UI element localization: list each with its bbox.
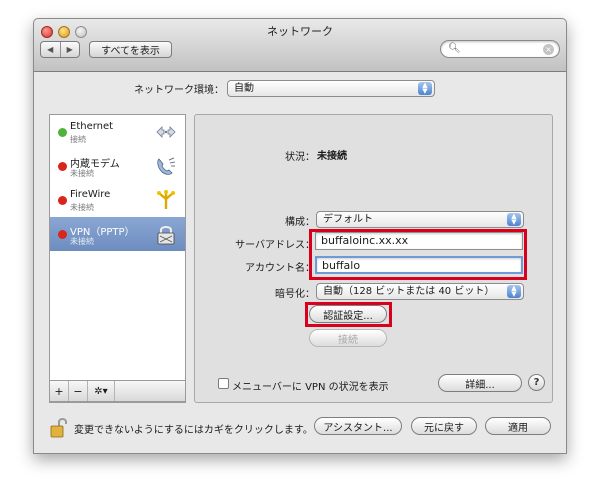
back-icon[interactable]: ◀ bbox=[41, 42, 60, 57]
service-status: 未接続 bbox=[70, 237, 94, 246]
configuration-popup[interactable]: デフォルト ▲ ▼ bbox=[316, 211, 524, 228]
forward-icon[interactable]: ▶ bbox=[59, 42, 80, 57]
service-status: 未接続 bbox=[70, 203, 94, 212]
show-all-button[interactable]: すべてを表示 bbox=[89, 41, 172, 58]
service-item-firewire[interactable]: FireWire 未接続 bbox=[50, 183, 185, 217]
service-item-vpn[interactable]: VPN（PPTP） 未接続 bbox=[50, 217, 185, 251]
popup-arrows-icon: ▲ ▼ bbox=[418, 82, 432, 95]
menu-status-label: メニューバーに VPN の状況を表示 bbox=[232, 382, 389, 393]
lock-vpn-icon bbox=[157, 226, 175, 245]
connect-button[interactable]: 接続 bbox=[309, 329, 387, 347]
popup-arrows-icon: ▲ ▼ bbox=[507, 285, 521, 298]
window-title: ネットワーク bbox=[267, 25, 333, 38]
account-name-label: アカウント名： bbox=[245, 263, 315, 274]
remove-service-button[interactable]: − bbox=[69, 381, 88, 401]
configuration-label: 構成： bbox=[285, 217, 315, 228]
lock-hint-text: 変更できないようにするにはカギをクリックします。 bbox=[74, 425, 313, 436]
status-dot-icon bbox=[58, 196, 67, 205]
encryption-popup[interactable]: 自動（128 ビットまたは 40 ビット） ▲ ▼ bbox=[316, 283, 524, 300]
title-bar[interactable]: ネットワーク ◀ ▶ すべてを表示 🔍︎ × bbox=[34, 19, 566, 72]
search-icon: 🔍︎ bbox=[448, 43, 461, 54]
authentication-settings-button[interactable]: 認証設定... bbox=[309, 305, 387, 323]
advanced-button[interactable]: 詳細... bbox=[438, 374, 522, 392]
location-label: ネットワーク環境： bbox=[134, 85, 224, 96]
service-item-ethernet[interactable]: Ethernet 接続 bbox=[50, 115, 185, 149]
status-dot-icon bbox=[58, 128, 67, 137]
encryption-value: 自動（128 ビットまたは 40 ビット） bbox=[323, 286, 495, 297]
service-item-modem[interactable]: 内蔵モデム 未接続 bbox=[50, 149, 185, 183]
assistant-button[interactable]: アシスタント... bbox=[314, 417, 402, 435]
service-status: 未接続 bbox=[70, 169, 94, 178]
revert-button[interactable]: 元に戻す bbox=[411, 417, 477, 435]
clear-icon[interactable]: × bbox=[543, 44, 554, 55]
menu-status-checkbox[interactable] bbox=[218, 378, 229, 389]
status-value: 未接続 bbox=[317, 151, 347, 162]
server-address-field[interactable]: buffaloinc.xx.xx bbox=[315, 232, 523, 250]
popup-arrows-icon: ▲ ▼ bbox=[507, 213, 521, 226]
location-value: 自動 bbox=[234, 83, 254, 94]
encryption-label: 暗号化： bbox=[275, 289, 315, 300]
service-list: Ethernet 接続 内蔵モデム 未接続 FireWire 未接続 VPN（P… bbox=[49, 114, 186, 403]
service-name: FireWire bbox=[70, 189, 111, 200]
account-name-field[interactable]: buffalo bbox=[315, 256, 523, 274]
lock-icon[interactable] bbox=[50, 416, 68, 438]
service-name: Ethernet bbox=[70, 121, 114, 132]
search-input[interactable]: 🔍︎ × bbox=[440, 40, 560, 58]
add-service-button[interactable]: + bbox=[50, 381, 69, 401]
status-label: 状況： bbox=[285, 152, 315, 163]
network-preferences-window: ネットワーク ◀ ▶ すべてを表示 🔍︎ × ネットワーク環境： 自動 ▲ ▼ E… bbox=[33, 18, 567, 454]
configuration-value: デフォルト bbox=[323, 214, 373, 225]
apply-button[interactable]: 適用 bbox=[485, 417, 551, 435]
status-dot-icon bbox=[58, 162, 67, 171]
service-list-toolbar: + − ✲▾ bbox=[49, 380, 186, 402]
phone-modem-icon bbox=[157, 157, 176, 175]
service-status: 接続 bbox=[70, 135, 86, 144]
back-forward-control: ◀ ▶ bbox=[40, 41, 80, 58]
help-button[interactable]: ? bbox=[528, 374, 545, 391]
server-address-label: サーバアドレス： bbox=[235, 240, 315, 251]
firewire-icon bbox=[157, 190, 175, 209]
status-dot-icon bbox=[58, 230, 67, 239]
location-popup[interactable]: 自動 ▲ ▼ bbox=[227, 80, 435, 97]
detail-pane: 状況： 未接続 構成： デフォルト ▲ ▼ サーバアドレス： buffaloinc… bbox=[194, 114, 553, 403]
gear-icon[interactable]: ✲▾ bbox=[88, 381, 115, 401]
ethernet-arrows-icon bbox=[156, 126, 176, 138]
